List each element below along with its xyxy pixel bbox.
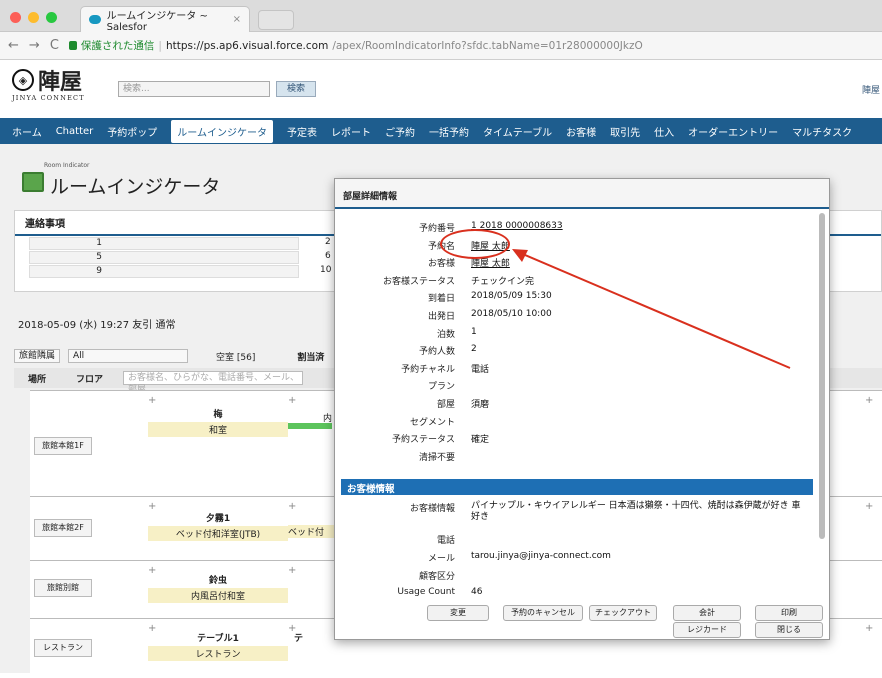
annotation-arrow (512, 249, 791, 369)
